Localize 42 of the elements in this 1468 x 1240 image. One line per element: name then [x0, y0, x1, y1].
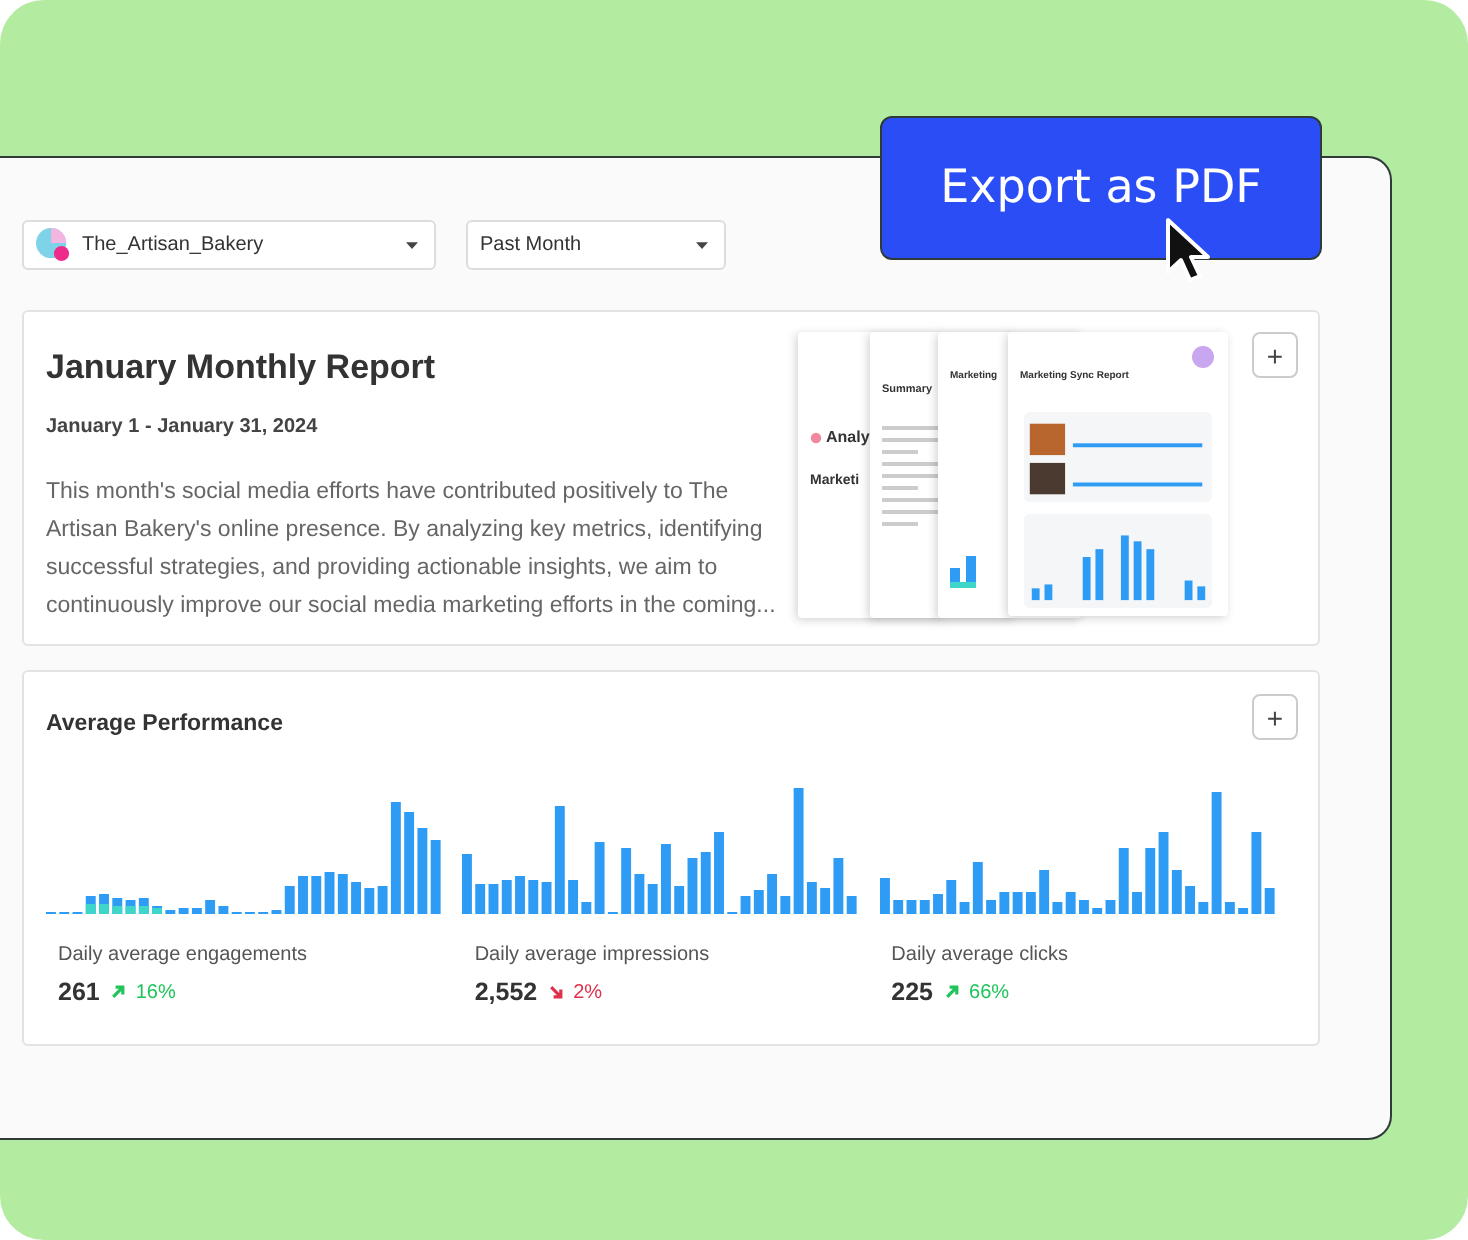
- caret-icon: [696, 241, 708, 249]
- report-summary: This month's social media efforts have contributed positively to The Artisan Bakery's online presence. By analyzing key metrics, identifying successful strategies, and providing actionable insights, we aim to continuously improve our social media marketing efforts in the coming...: [46, 478, 778, 622]
- filter-dropdown[interactable]: The_Artisan_Bakery: [22, 220, 436, 270]
- metric-label: Daily average impressions: [472, 944, 712, 966]
- trend-arrow-icon: [943, 984, 960, 1000]
- report-date-range: January 1 - January 31, 2024: [46, 416, 320, 438]
- chart-bar: [99, 894, 109, 914]
- chart-bar: [298, 876, 308, 914]
- add-button[interactable]: +: [1252, 332, 1298, 378]
- metric-label: Daily average engagements: [56, 944, 310, 966]
- page-title: Analy: [826, 428, 870, 446]
- mini-chart-drawing: [950, 556, 976, 588]
- chart-bar: [847, 896, 858, 914]
- report-title: January Monthly Report: [46, 348, 438, 388]
- metric-value: 225: [891, 978, 934, 1006]
- trend-arrow-icon: [109, 984, 126, 1000]
- caret-icon: [406, 241, 418, 249]
- chart-bar: [529, 880, 539, 914]
- mouse-pointer-icon: [1164, 216, 1212, 284]
- chart-bar: [582, 902, 592, 914]
- chart-bar: [781, 896, 791, 914]
- metric-change: 16%: [135, 981, 176, 1003]
- chart-bar: [1118, 848, 1128, 914]
- profile-icon: [1192, 346, 1214, 368]
- chart-bar: [919, 900, 929, 914]
- metric-label: Daily average clicks: [889, 944, 1071, 966]
- export-button[interactable]: Export as PDF: [880, 116, 1322, 260]
- metric-value: 2,552: [474, 978, 538, 1006]
- chart-bar: [1065, 892, 1075, 914]
- chart-bar: [635, 874, 645, 914]
- chart-bar: [834, 858, 844, 914]
- account-avatar-icon: [36, 228, 70, 262]
- filter-dropdown[interactable]: Past Month: [466, 220, 726, 270]
- section-title: Average Performance: [46, 712, 283, 736]
- add-button[interactable]: +: [1252, 694, 1298, 740]
- chart-bar: [351, 882, 361, 914]
- metric-change: 66%: [969, 981, 1010, 1003]
- metric-change: 2%: [573, 981, 603, 1003]
- chart-bar: [1264, 888, 1274, 914]
- metric-value: 261: [58, 978, 100, 1006]
- logo-icon: [810, 431, 822, 443]
- trend-arrow-icon: [547, 984, 564, 1000]
